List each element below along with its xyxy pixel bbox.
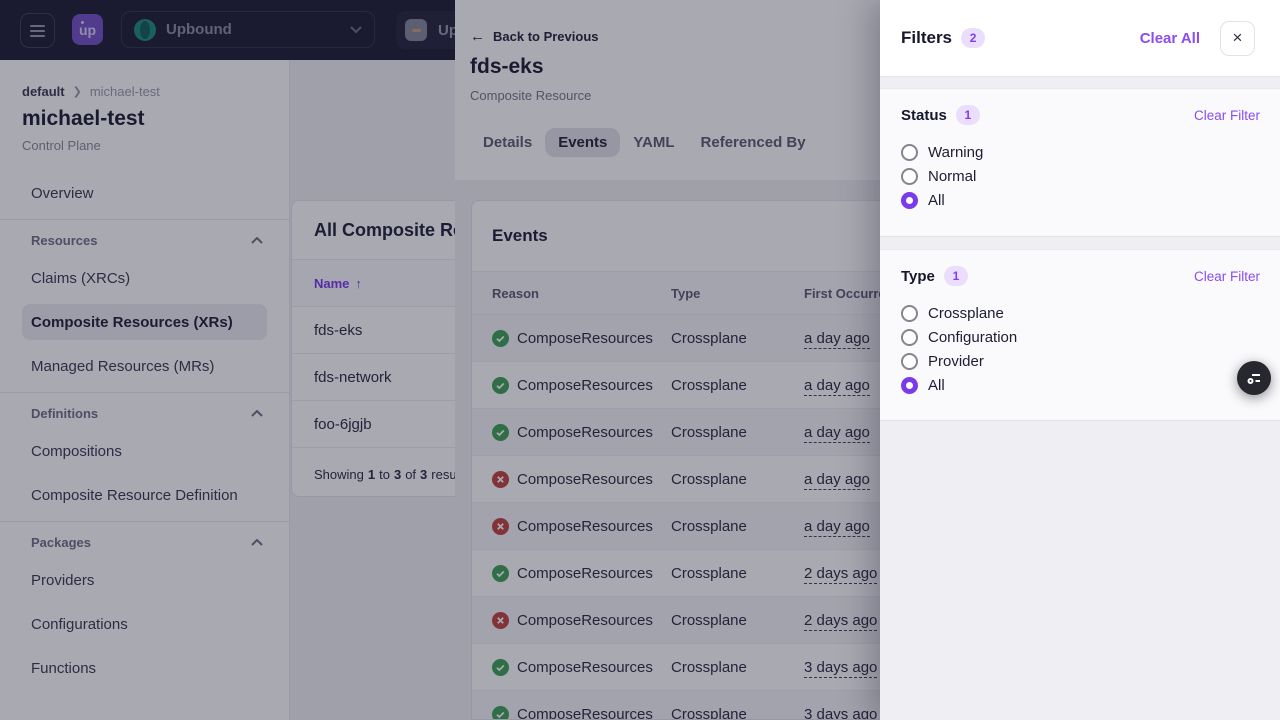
radio-option-warning[interactable]: Warning [901, 140, 1260, 164]
close-icon: × [1233, 28, 1243, 48]
radio-selected-icon[interactable] [901, 192, 918, 209]
section-count-badge: 1 [956, 105, 980, 125]
filters-drawer: Filters 2 Clear All × Status 1 Clear Fil… [880, 0, 1280, 720]
radio-selected-icon[interactable] [901, 377, 918, 394]
clear-all-button[interactable]: Clear All [1140, 30, 1200, 47]
filter-icon [1245, 369, 1263, 387]
filter-fab-button[interactable] [1237, 361, 1271, 395]
filters-count-badge: 2 [961, 28, 985, 48]
clear-filter-button[interactable]: Clear Filter [1194, 269, 1260, 284]
radio-option-crossplane[interactable]: Crossplane [901, 301, 1260, 325]
filters-header: Filters 2 Clear All × [880, 0, 1280, 77]
radio-icon[interactable] [901, 168, 918, 185]
radio-option-all-type[interactable]: All [901, 373, 1260, 397]
clear-filter-button[interactable]: Clear Filter [1194, 108, 1260, 123]
radio-option-normal[interactable]: Normal [901, 164, 1260, 188]
close-drawer-button[interactable]: × [1220, 21, 1255, 56]
radio-option-all-status[interactable]: All [901, 188, 1260, 212]
section-count-badge: 1 [944, 266, 968, 286]
radio-icon[interactable] [901, 305, 918, 322]
radio-icon[interactable] [901, 144, 918, 161]
filter-section-status: Status 1 Clear Filter Warning Normal All [880, 88, 1280, 237]
radio-option-configuration[interactable]: Configuration [901, 325, 1260, 349]
filter-section-type: Type 1 Clear Filter Crossplane Configura… [880, 249, 1280, 421]
section-title: Status [901, 107, 947, 124]
filters-title: Filters [901, 28, 952, 48]
radio-icon[interactable] [901, 329, 918, 346]
radio-option-provider[interactable]: Provider [901, 349, 1260, 373]
modal-dim-overlay[interactable] [0, 0, 880, 720]
radio-icon[interactable] [901, 353, 918, 370]
section-title: Type [901, 268, 935, 285]
